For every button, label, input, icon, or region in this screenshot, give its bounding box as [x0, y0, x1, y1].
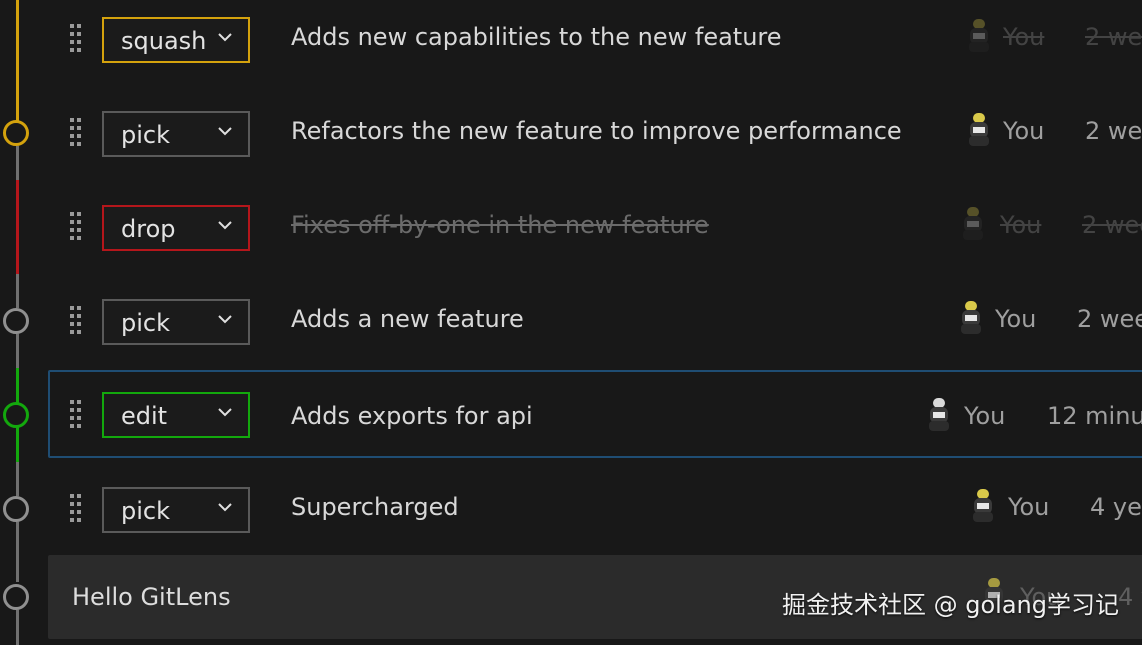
drag-handle-icon[interactable]	[70, 118, 82, 148]
commit-row: pick Supercharged You 4 yea	[0, 464, 1142, 558]
user-avatar-icon	[929, 398, 949, 431]
drag-handle-icon[interactable]	[70, 400, 82, 430]
drag-handle-icon[interactable]	[70, 212, 82, 242]
watermark: 掘金技术社区 @ golang学习记	[782, 591, 1119, 619]
commit-message: Adds new capabilities to the new feature	[291, 23, 782, 51]
commit-row-focused[interactable]: edit Adds exports for api You 12 minu	[0, 368, 1142, 462]
interactive-rebase-editor: squash Adds new capabilities to the new …	[0, 0, 1142, 645]
action-label: pick	[121, 121, 170, 149]
action-label: drop	[121, 215, 176, 243]
commit-author: You	[995, 305, 1037, 333]
commit-date: 4 yea	[1090, 493, 1142, 521]
action-select-edit[interactable]: edit	[102, 392, 250, 438]
user-avatar-icon	[961, 301, 981, 334]
base-commit-node	[3, 584, 29, 610]
chevron-down-icon	[218, 33, 232, 42]
commit-date: 2 wee	[1082, 211, 1142, 239]
action-label: edit	[121, 402, 168, 430]
graph-rail-base	[16, 610, 19, 645]
commit-row: squash Adds new capabilities to the new …	[0, 0, 1142, 88]
commit-message: Adds exports for api	[291, 402, 533, 430]
user-avatar-icon	[973, 489, 993, 522]
user-avatar-icon	[969, 113, 989, 146]
commit-message: Adds a new feature	[291, 305, 524, 333]
drag-handle-icon[interactable]	[70, 24, 82, 54]
drag-handle-icon[interactable]	[70, 306, 82, 336]
action-select-squash[interactable]: squash	[102, 17, 250, 63]
commit-date: 2 wee	[1077, 305, 1142, 333]
action-label: pick	[121, 309, 170, 337]
action-label: squash	[121, 27, 207, 55]
chevron-down-icon	[218, 221, 232, 230]
action-label: pick	[121, 497, 170, 525]
chevron-down-icon	[218, 503, 232, 512]
commit-author: You	[1003, 23, 1045, 51]
commit-date: 2 wee	[1085, 23, 1142, 51]
chevron-down-icon	[218, 408, 232, 417]
commit-message: Refactors the new feature to improve per…	[291, 117, 902, 145]
chevron-down-icon	[218, 127, 232, 136]
commit-row: pick Adds a new feature You 2 wee	[0, 276, 1142, 370]
base-commit-title: Hello GitLens	[72, 583, 231, 611]
action-select-drop[interactable]: drop	[102, 205, 250, 251]
commit-message: Fixes off-by-one in the new feature	[291, 211, 709, 239]
action-select-pick[interactable]: pick	[102, 487, 250, 533]
commit-date: 12 minu	[1047, 402, 1142, 430]
action-select-pick[interactable]: pick	[102, 111, 250, 157]
commit-row: pick Refactors the new feature to improv…	[0, 88, 1142, 182]
commit-author: You	[1000, 211, 1042, 239]
commit-author: You	[964, 402, 1006, 430]
chevron-down-icon	[218, 315, 232, 324]
user-avatar-icon	[969, 19, 989, 52]
commit-row: drop Fixes off-by-one in the new feature…	[0, 182, 1142, 276]
commit-author: You	[1008, 493, 1050, 521]
commit-author: You	[1003, 117, 1045, 145]
commit-message: Supercharged	[291, 493, 459, 521]
action-select-pick[interactable]: pick	[102, 299, 250, 345]
commit-date: 4 ye	[1118, 583, 1142, 611]
commit-date: 2 wee	[1085, 117, 1142, 145]
drag-handle-icon[interactable]	[70, 494, 82, 524]
user-avatar-icon	[963, 207, 983, 240]
